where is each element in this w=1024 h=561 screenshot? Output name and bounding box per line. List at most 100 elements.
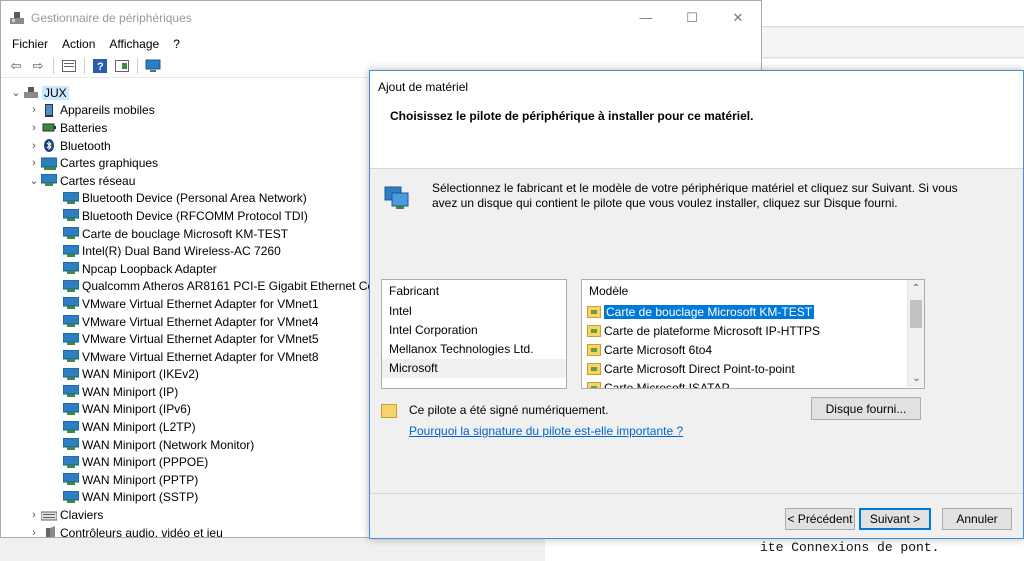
scrollbar-thumb[interactable] xyxy=(910,300,922,328)
manufacturer-item[interactable]: Intel xyxy=(382,302,566,321)
signature-info-link[interactable]: Pourquoi la signature du pilote est-elle… xyxy=(409,424,683,438)
toolbar-separator xyxy=(84,57,85,74)
network-adapter-icon xyxy=(62,208,80,222)
model-item[interactable]: Carte Microsoft Direct Point-to-point xyxy=(582,359,924,378)
menu-action[interactable]: Action xyxy=(55,37,102,51)
model-item[interactable]: Carte de bouclage Microsoft KM-TEST xyxy=(582,302,924,321)
chevron-down-icon[interactable]: ⌄ xyxy=(27,174,41,187)
model-label: Carte Microsoft 6to4 xyxy=(604,342,713,357)
manufacturer-listbox[interactable]: Fabricant Intel Intel Corporation Mellanox… xyxy=(381,279,567,389)
manufacturer-item[interactable]: Mellanox Technologies Ltd. xyxy=(382,340,566,359)
dialog-heading: Choisissez le pilote de périphérique à i… xyxy=(390,109,754,123)
dialog-instructions: Sélectionnez le fabricant et le modèle d… xyxy=(432,181,958,210)
network-device-label: Bluetooth Device (Personal Area Network) xyxy=(82,191,307,206)
background-titlebar xyxy=(762,0,1024,27)
minimize-button[interactable]: — xyxy=(623,1,669,34)
background-toolbar xyxy=(762,28,1024,58)
network-adapter-icon xyxy=(62,349,80,363)
manufacturer-item[interactable]: Intel Corporation xyxy=(382,321,566,340)
model-label: Carte de bouclage Microsoft KM-TEST xyxy=(604,304,815,319)
close-button[interactable]: ✕ xyxy=(715,1,761,34)
battery-icon xyxy=(41,121,57,134)
network-device-label: VMware Virtual Ethernet Adapter for VMne… xyxy=(82,349,319,364)
device-manager-icon xyxy=(9,10,25,26)
network-adapter-icon xyxy=(62,384,80,398)
toolbar-separator xyxy=(137,57,138,74)
network-adapter-icon xyxy=(62,296,80,310)
back-arrow-icon[interactable]: ⇦ xyxy=(7,58,25,74)
network-device-label: Qualcomm Atheros AR8161 PCI-E Gigabit Et… xyxy=(82,279,385,294)
network-device-label: WAN Miniport (IP) xyxy=(82,384,179,399)
update-driver-icon[interactable] xyxy=(113,58,131,74)
driver-icon xyxy=(587,343,601,356)
network-device-label: WAN Miniport (SSTP) xyxy=(82,490,199,505)
chevron-down-icon[interactable]: ⌄ xyxy=(9,86,23,99)
maximize-button[interactable]: ☐ xyxy=(669,1,715,34)
network-device-label: Carte de bouclage Microsoft KM-TEST xyxy=(82,226,289,241)
chevron-right-icon[interactable]: › xyxy=(27,509,41,521)
network-adapter-icon xyxy=(62,437,80,451)
network-device-label: WAN Miniport (PPTP) xyxy=(82,472,199,487)
network-adapter-icon xyxy=(62,402,80,416)
network-adapter-icon xyxy=(62,261,80,275)
signed-driver-icon xyxy=(381,404,397,418)
scroll-up-icon[interactable]: ⌃ xyxy=(908,280,924,297)
chevron-right-icon[interactable]: › xyxy=(27,140,41,152)
help-icon[interactable]: ? xyxy=(91,58,109,74)
bluetooth-icon xyxy=(41,139,57,153)
network-adapter-icon xyxy=(62,191,80,205)
svg-text:?: ? xyxy=(97,61,104,73)
model-listbox[interactable]: Modèle Carte de bouclage Microsoft KM-TE… xyxy=(581,279,925,389)
network-adapter-icon xyxy=(62,472,80,486)
have-disk-button[interactable]: Disque fourni... xyxy=(811,397,921,420)
driver-icon xyxy=(587,305,601,318)
keyboard-icon xyxy=(40,509,58,522)
network-device-label: Npcap Loopback Adapter xyxy=(82,261,217,276)
scroll-down-icon[interactable]: ⌄ xyxy=(908,370,924,387)
chevron-right-icon[interactable]: › xyxy=(27,122,41,134)
chevron-right-icon[interactable]: › xyxy=(27,104,41,116)
menu-bar: Fichier Action Affichage ? xyxy=(1,34,761,54)
cancel-button[interactable]: Annuler xyxy=(942,508,1012,530)
background-bottom-panel xyxy=(0,538,545,561)
network-adapter-icon xyxy=(62,332,80,346)
tree-category-label: Cartes graphiques xyxy=(60,156,159,171)
network-device-label: WAN Miniport (IKEv2) xyxy=(82,367,199,382)
chevron-right-icon[interactable]: › xyxy=(27,527,41,537)
model-label: Carte de plateforme Microsoft IP-HTTPS xyxy=(604,323,821,338)
tree-category-label: Claviers xyxy=(60,508,104,523)
properties-icon[interactable] xyxy=(60,58,78,74)
manufacturer-item[interactable]: Microsoft xyxy=(382,359,566,378)
forward-arrow-icon[interactable]: ⇨ xyxy=(29,58,47,74)
tree-root-label: JUX xyxy=(42,85,69,100)
model-item[interactable]: Carte Microsoft ISATAP xyxy=(582,378,924,389)
network-device-label: VMware Virtual Ethernet Adapter for VMne… xyxy=(82,296,319,311)
back-button[interactable]: < Précédent xyxy=(785,508,855,530)
chevron-right-icon[interactable]: › xyxy=(27,157,41,169)
network-adapter-icon xyxy=(62,244,80,258)
model-scrollbar[interactable]: ⌃ ⌄ xyxy=(907,280,924,387)
driver-icon xyxy=(587,324,601,337)
model-item[interactable]: Carte de plateforme Microsoft IP-HTTPS xyxy=(582,321,924,340)
network-adapter-icon xyxy=(40,173,58,187)
manufacturer-list: Intel Intel Corporation Mellanox Technolog… xyxy=(382,302,566,378)
audio-controller-icon xyxy=(41,526,57,537)
model-label: Carte Microsoft Direct Point-to-point xyxy=(604,361,795,376)
manufacturer-header: Fabricant xyxy=(389,284,440,298)
menu-help[interactable]: ? xyxy=(166,37,187,51)
scan-hardware-icon[interactable] xyxy=(144,58,162,74)
tree-category-label: Contrôleurs audio, vidéo et jeu xyxy=(60,525,223,538)
network-device-label: VMware Virtual Ethernet Adapter for VMne… xyxy=(82,314,319,329)
computer-icon xyxy=(23,86,39,99)
menu-fichier[interactable]: Fichier xyxy=(5,37,55,51)
tree-category-label: Batteries xyxy=(60,120,108,135)
menu-affichage[interactable]: Affichage xyxy=(102,37,166,51)
window-controls: — ☐ ✕ xyxy=(623,1,761,34)
next-button[interactable]: Suivant > xyxy=(859,508,931,530)
model-label: Carte Microsoft ISATAP xyxy=(604,380,730,389)
network-adapter-icon xyxy=(62,455,80,469)
model-item[interactable]: Carte Microsoft 6to4 xyxy=(582,340,924,359)
network-device-label: Bluetooth Device (RFCOMM Protocol TDI) xyxy=(82,208,308,223)
network-adapter-icon xyxy=(384,185,410,209)
network-device-label: WAN Miniport (L2TP) xyxy=(82,420,196,435)
